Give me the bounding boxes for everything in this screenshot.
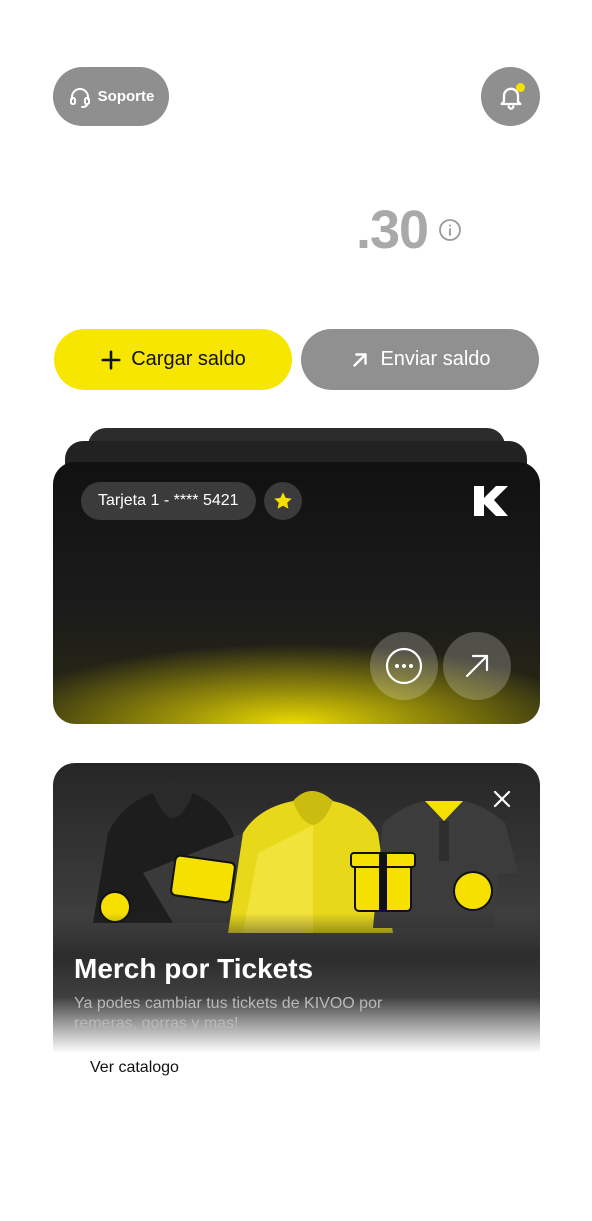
card-label: Tarjeta 1 - **** 5421: [98, 492, 239, 509]
support-label: Soporte: [97, 88, 155, 105]
send-balance-label: Enviar saldo: [380, 348, 491, 370]
promo-title: Merch por Tickets: [74, 953, 314, 984]
promo-banner[interactable]: Merch por Tickets Ya podes cambiar tus t…: [53, 763, 540, 1053]
close-icon: [493, 790, 511, 808]
headset-icon: [69, 87, 90, 108]
arrow-up-right-icon: [465, 654, 489, 678]
kivoo-logo-icon: [474, 486, 508, 516]
info-icon[interactable]: [438, 218, 462, 242]
payment-card[interactable]: Tarjeta 1 - **** 5421: [53, 462, 540, 724]
card-send-button[interactable]: [443, 632, 511, 700]
balance-display: .30: [356, 198, 462, 262]
arrow-up-right-icon: [353, 352, 368, 367]
card-label-pill: Tarjeta 1 - **** 5421: [81, 482, 256, 520]
plus-icon: [101, 349, 121, 370]
star-icon: [274, 492, 292, 509]
support-button[interactable]: Soporte: [53, 67, 169, 126]
promo-close-button[interactable]: [488, 785, 516, 813]
favorite-badge[interactable]: [264, 482, 302, 520]
notifications-button[interactable]: [481, 67, 540, 126]
load-balance-button[interactable]: Cargar saldo: [54, 329, 292, 390]
card-details-button[interactable]: [370, 632, 438, 700]
send-balance-button[interactable]: Enviar saldo: [301, 329, 539, 390]
balance-value: .30: [356, 200, 429, 260]
view-catalog-link[interactable]: Ver catalogo: [90, 1059, 179, 1077]
load-balance-label: Cargar saldo: [131, 348, 246, 370]
promo-description: Ya podes cambiar tus tickets de KIVOO po…: [74, 995, 383, 1032]
dots-icon: [385, 647, 423, 685]
notification-dot: [516, 83, 525, 92]
